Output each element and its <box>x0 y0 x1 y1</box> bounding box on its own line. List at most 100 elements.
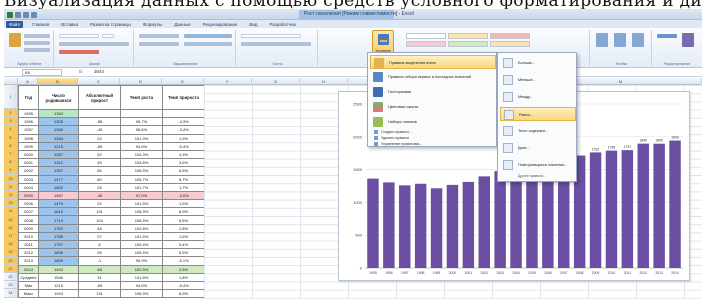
table-cell[interactable]: 1610 <box>38 207 79 217</box>
table-row[interactable]: Среднее 1546 31 101,8% 1,8% <box>18 272 205 282</box>
table-cell[interactable]: 31 <box>78 272 121 282</box>
table-cell[interactable]: 95,7% <box>120 117 163 127</box>
table-cell[interactable]: 8,9% <box>162 289 205 299</box>
number-format-select[interactable] <box>241 34 301 38</box>
header-births[interactable]: Число родившихся <box>38 85 79 110</box>
table-cell[interactable]: 1995 <box>18 108 39 119</box>
row-header[interactable]: 22 <box>4 273 18 282</box>
name-box[interactable]: B5 <box>22 69 62 76</box>
copy-button[interactable] <box>24 41 50 45</box>
table-row[interactable]: 2002 1397 85 106,5% 6,5% <box>18 166 205 176</box>
insert-cells-icon[interactable] <box>596 33 608 47</box>
menu-manage-rules[interactable]: Управление правилами... <box>374 142 422 148</box>
style-calculation[interactable] <box>490 41 530 47</box>
row-header[interactable]: 20 <box>4 256 18 265</box>
table-cell[interactable]: 85 <box>78 166 121 176</box>
table-cell[interactable]: 1997 <box>18 125 39 135</box>
table-cell[interactable]: 1312 <box>38 158 79 168</box>
table-cell[interactable]: 1479 <box>38 199 79 209</box>
table-cell[interactable]: -3,0% <box>162 190 205 201</box>
tab-formulas[interactable]: Формулы <box>140 21 166 28</box>
table-cell[interactable]: 1895 <box>38 256 79 266</box>
sort-filter-icon[interactable] <box>682 33 694 47</box>
table-cell[interactable]: 2011 <box>18 239 39 250</box>
merge-center-button[interactable] <box>184 42 232 46</box>
menu-color-scales[interactable]: Цветовые шкалы <box>370 100 496 114</box>
table-cell[interactable]: 108,9% <box>120 289 163 299</box>
table-cell[interactable]: 5,7% <box>162 174 205 184</box>
tab-insert[interactable]: Вставка <box>58 21 81 28</box>
row-header[interactable]: 17 <box>4 232 18 241</box>
table-cell[interactable]: 1215 <box>38 141 79 151</box>
table-cell[interactable]: 105,5% <box>120 248 163 258</box>
format-cells-icon[interactable] <box>632 33 644 47</box>
table-cell[interactable]: 6,5% <box>162 166 205 176</box>
table-cell[interactable]: 2003 <box>18 174 39 184</box>
row-header[interactable]: 1 <box>4 85 18 109</box>
table-row[interactable]: 2003 1477 80 105,7% 5,7% <box>18 174 205 184</box>
table-cell[interactable]: 101,5% <box>120 231 163 242</box>
table-cell[interactable]: 1215 <box>38 280 79 291</box>
table-row[interactable]: 2012 1896 99 105,5% 5,5% <box>18 248 205 258</box>
column-header-g[interactable]: G <box>252 78 300 85</box>
table-cell[interactable]: 1,9% <box>162 133 205 143</box>
table-cell[interactable]: 80 <box>78 174 121 184</box>
column-header-b[interactable]: B <box>38 78 78 85</box>
table-row[interactable]: 2014 1943 48 102,5% 2,5% <box>18 264 205 274</box>
table-row[interactable]: 2004 1502 25 101,7% 1,7% <box>18 182 205 192</box>
table-cell[interactable]: 48 <box>78 223 121 233</box>
row-header[interactable]: 13 <box>4 199 18 208</box>
font-size-select[interactable] <box>102 34 114 38</box>
table-cell[interactable]: 2002 <box>18 166 39 176</box>
row-header[interactable]: 24 <box>4 289 18 298</box>
table-cell[interactable]: 1999 <box>18 141 39 151</box>
table-cell[interactable]: 102,5% <box>120 264 163 274</box>
table-cell[interactable]: 0,4% <box>162 239 205 250</box>
table-cell[interactable]: -45 <box>78 190 121 201</box>
table-cell[interactable]: Макс <box>18 289 39 299</box>
tab-file[interactable]: Файл <box>6 20 24 28</box>
table-cell[interactable]: 2013 <box>18 256 39 266</box>
table-cell[interactable]: 5,5% <box>162 248 205 258</box>
table-cell[interactable]: 97,0% <box>120 190 163 201</box>
tab-data[interactable]: Данные <box>171 21 193 28</box>
table-cell[interactable]: -1 <box>78 256 121 266</box>
row-header[interactable]: 11 <box>4 182 18 191</box>
table-cell[interactable]: 2001 <box>18 158 39 168</box>
table-row[interactable]: 1998 1284 24 101,9% 1,9% <box>18 133 205 143</box>
table-cell[interactable]: 106,5% <box>120 166 163 176</box>
table-cell[interactable]: -45 <box>78 125 121 135</box>
font-color-button[interactable] <box>59 50 99 54</box>
table-cell[interactable]: 6,5% <box>162 215 205 225</box>
table-cell[interactable]: 2012 <box>18 248 39 258</box>
table-cell[interactable]: 2014 <box>18 264 39 274</box>
submenu-less-than[interactable]: Меньше... <box>500 73 576 87</box>
row-header[interactable]: 15 <box>4 215 18 224</box>
table-cell[interactable]: 1789 <box>38 231 79 242</box>
column-header-f[interactable]: F <box>204 78 252 85</box>
header-growth-rate[interactable]: Темп роста <box>120 85 163 110</box>
style-bad[interactable] <box>406 41 446 47</box>
menu-highlight-cells-rules[interactable]: Правила выделения ячеек <box>370 55 496 69</box>
tab-home[interactable]: Главная <box>29 21 52 28</box>
autosum-button[interactable] <box>657 34 677 38</box>
column-header-a[interactable]: A <box>18 78 38 85</box>
table-row[interactable]: 1996 1305 -58 95,7% -4,3% <box>18 117 205 127</box>
table-cell[interactable]: -58 <box>78 117 121 127</box>
table-cell[interactable]: 8 <box>78 239 121 250</box>
table-cell[interactable]: 1477 <box>38 174 79 184</box>
paste-icon[interactable] <box>9 33 21 47</box>
table-cell[interactable]: 1998 <box>18 133 39 143</box>
table-cell[interactable]: 1397 <box>38 166 79 176</box>
style-normal[interactable] <box>406 33 446 39</box>
table-row[interactable]: 2006 1479 22 101,5% 1,5% <box>18 199 205 209</box>
table-cell[interactable]: 131 <box>78 207 121 217</box>
table-cell[interactable]: Среднее <box>18 272 39 282</box>
table-cell[interactable]: 1267 <box>38 149 79 160</box>
table-cell[interactable]: 22 <box>78 199 121 209</box>
table-cell[interactable]: 2006 <box>18 199 39 209</box>
row-header[interactable]: 16 <box>4 223 18 232</box>
table-cell[interactable]: 8,9% <box>162 207 205 217</box>
table-cell[interactable]: 1284 <box>38 133 79 143</box>
table-cell[interactable]: 105,7% <box>120 174 163 184</box>
